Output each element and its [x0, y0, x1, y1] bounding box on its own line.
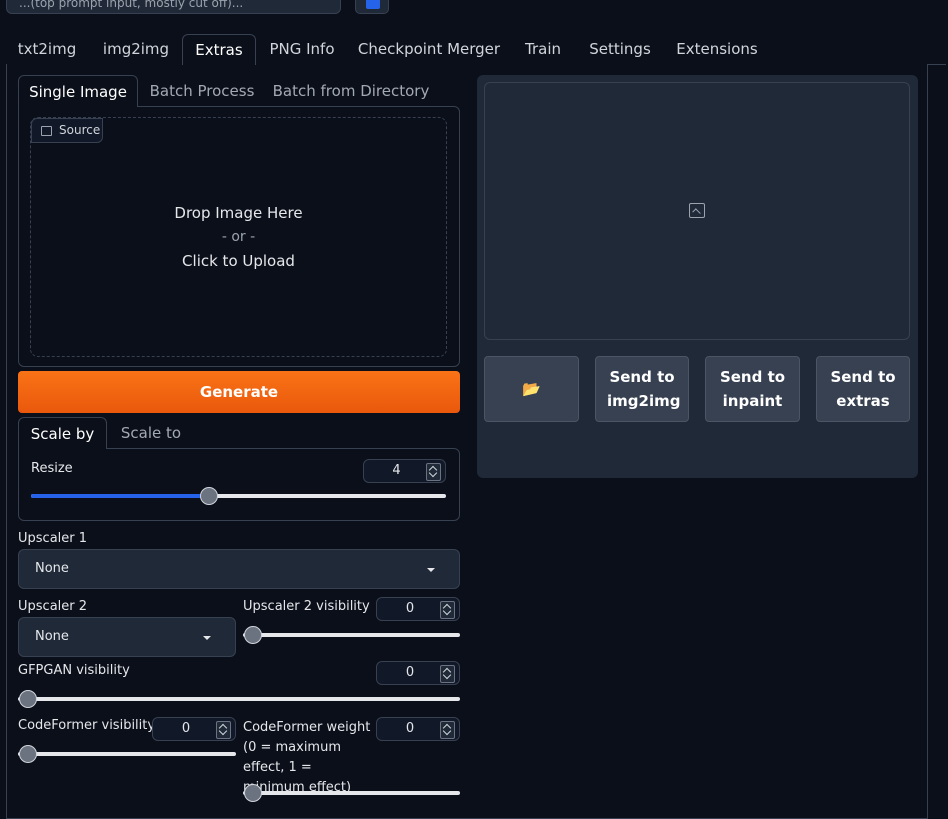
stepper-icon[interactable] — [216, 721, 231, 739]
codeformer-visibility-slider[interactable] — [18, 743, 236, 765]
refresh-button[interactable] — [355, 0, 389, 14]
gfpgan-visibility-label: GFPGAN visibility — [18, 663, 130, 678]
image-placeholder-icon — [689, 203, 705, 218]
subtab-batch-from-directory[interactable]: Batch from Directory — [268, 75, 434, 107]
subtab-single-image[interactable]: Single Image — [18, 75, 138, 107]
slider-track — [243, 633, 460, 637]
folder-icon: 📂 — [522, 380, 541, 398]
slider-thumb[interactable] — [244, 784, 262, 802]
codeformer-visibility-input[interactable]: 0 — [152, 717, 236, 741]
stepper-icon[interactable] — [440, 721, 455, 739]
tab-scale-to[interactable]: Scale to — [111, 417, 191, 449]
upscaler2-visibility-label: Upscaler 2 visibility — [243, 599, 370, 614]
source-label: Source — [31, 118, 103, 143]
tab-png-info[interactable]: PNG Info — [262, 34, 342, 64]
drop-text: Drop Image Here — [174, 204, 303, 222]
tab-scale-by[interactable]: Scale by — [18, 417, 107, 449]
slider-track — [18, 752, 236, 756]
upscaler2-select[interactable]: None — [18, 617, 236, 657]
tab-train[interactable]: Train — [517, 34, 569, 64]
send-to-img2img-button[interactable]: Send to img2img — [595, 356, 689, 422]
tab-extensions[interactable]: Extensions — [671, 34, 763, 64]
generate-button[interactable]: Generate — [18, 371, 460, 413]
slider-thumb[interactable] — [19, 690, 37, 708]
tab-extras[interactable]: Extras — [182, 34, 256, 65]
resize-number-input[interactable]: 4 — [363, 459, 446, 483]
tab-settings[interactable]: Settings — [585, 34, 655, 64]
upscaler2-label: Upscaler 2 — [18, 599, 88, 614]
codeformer-weight-input[interactable]: 0 — [376, 717, 460, 741]
slider-track — [18, 697, 460, 701]
prompt-input[interactable]: ...(top prompt input, mostly cut off)... — [6, 0, 341, 14]
upload-text[interactable]: Click to Upload — [30, 252, 447, 270]
upscaler2-visibility-input[interactable]: 0 — [376, 597, 460, 621]
slider-fill — [31, 494, 209, 498]
slider-thumb[interactable] — [19, 745, 37, 763]
tab-img2img[interactable]: img2img — [94, 34, 178, 64]
upscaler1-label: Upscaler 1 — [18, 531, 88, 546]
drop-or-text: - or - — [221, 229, 256, 245]
image-icon — [41, 126, 52, 136]
gfpgan-visibility-slider[interactable] — [18, 688, 460, 710]
chevron-down-icon — [203, 636, 211, 640]
upscaler1-select[interactable]: None — [18, 549, 460, 589]
resize-slider[interactable] — [31, 485, 446, 507]
gfpgan-visibility-input[interactable]: 0 — [376, 661, 460, 685]
upscaler2-visibility-slider[interactable] — [243, 624, 460, 646]
codeformer-visibility-label: CodeFormer visibility — [18, 718, 156, 733]
send-to-extras-button[interactable]: Send to extras — [816, 356, 910, 422]
stepper-icon[interactable] — [440, 601, 455, 619]
stepper-icon[interactable] — [440, 665, 455, 683]
stepper-icon[interactable] — [426, 463, 441, 481]
slider-thumb[interactable] — [244, 626, 262, 644]
refresh-icon — [366, 0, 380, 9]
slider-track — [243, 791, 460, 795]
tab-checkpoint-merger[interactable]: Checkpoint Merger — [355, 34, 503, 64]
open-folder-button[interactable]: 📂 — [484, 356, 579, 422]
resize-label: Resize — [31, 461, 73, 476]
codeformer-weight-slider[interactable] — [243, 782, 460, 804]
send-to-inpaint-button[interactable]: Send to inpaint — [705, 356, 800, 422]
tab-txt2img[interactable]: txt2img — [12, 34, 82, 64]
subtab-batch-process[interactable]: Batch Process — [143, 75, 261, 107]
slider-thumb[interactable] — [200, 487, 218, 505]
chevron-down-icon — [427, 568, 435, 572]
